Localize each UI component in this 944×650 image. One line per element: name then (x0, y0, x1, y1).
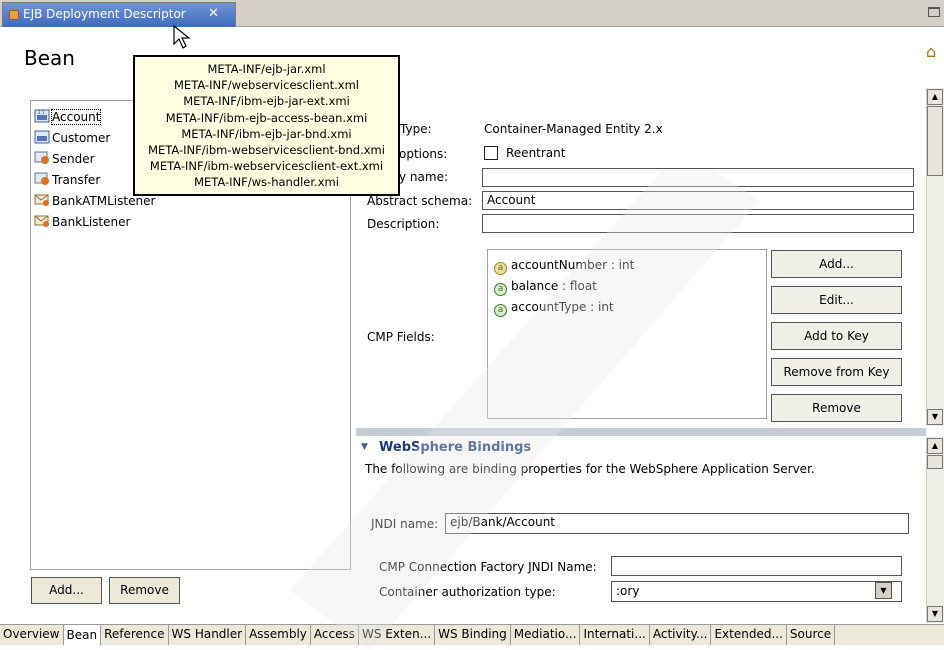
add-to-key-button[interactable]: Add to Key (771, 322, 902, 350)
bean-list-item[interactable]: Transfer (34, 171, 100, 189)
cmp-field-item[interactable]: a accountNumber : int (494, 255, 634, 275)
reentrant-label: Reentrant (506, 146, 566, 160)
home-icon[interactable]: ⌂ (926, 42, 936, 61)
tab-ws-binding[interactable]: WS Binding (435, 625, 511, 645)
jndi-name-label: JNDI name: (371, 517, 439, 531)
tooltip-line: META-INF/ibm-webservicesclient-bnd.xmi (148, 143, 385, 158)
bean-list-item[interactable]: Customer (34, 129, 110, 147)
display-name-field[interactable] (482, 168, 914, 187)
bindings-description: The following are binding properties for… (365, 462, 815, 476)
tooltip-line: META-INF/ibm-webservicesclient-ext.xmi (149, 159, 384, 174)
tab-ws-extension[interactable]: WS Exten... (359, 625, 436, 645)
tab-mediation[interactable]: Mediatio... (510, 625, 581, 645)
editor-tab-title: EJB Deployment Descriptor (23, 7, 186, 21)
collapse-twisty-icon[interactable]: ▼ (361, 442, 368, 452)
container-auth-select[interactable]: :ory (611, 581, 902, 602)
tooltip-line: META-INF/ejb-jar.xml (207, 62, 326, 76)
cmp-fields-label: CMP Fields: (367, 330, 435, 344)
ejb-descriptor-icon (9, 10, 19, 20)
svg-text:2.1: 2.1 (38, 110, 45, 115)
remove-from-key-button[interactable]: Remove from Key (771, 358, 902, 386)
attribute-icon: a (494, 283, 507, 296)
tab-ws-handler[interactable]: WS Handler (168, 625, 247, 645)
file-list-tooltip: META-INF/ejb-jar.xml META-INF/webservice… (133, 55, 400, 196)
chevron-down-icon[interactable]: ▼ (875, 582, 892, 599)
upper-scroll-thumb[interactable] (927, 106, 943, 176)
reentrant-checkbox[interactable] (484, 146, 498, 160)
tab-bean[interactable]: Bean (63, 625, 102, 645)
editor-tab[interactable]: EJB Deployment Descriptor ✕ (2, 2, 236, 27)
bindings-section-title[interactable]: WebSphere Bindings (379, 440, 531, 455)
tab-internationalization[interactable]: Internati... (580, 625, 650, 645)
lower-scroll-thumb[interactable] (927, 455, 943, 469)
maximize-icon[interactable] (928, 7, 940, 17)
tooltip-line: META-INF/ibm-ejb-jar-bnd.xmi (181, 126, 352, 141)
bean-type-label: Type: (400, 122, 432, 136)
tab-extended[interactable]: Extended... (711, 625, 787, 645)
cmp-fields-list[interactable]: a accountNumber : int a balance : float aa… (487, 249, 767, 419)
session-bean-icon (34, 151, 49, 164)
bean-list-item[interactable]: BankListener (34, 213, 130, 231)
bean-type-value: Container-Managed Entity 2.x (484, 122, 663, 136)
section-divider (356, 428, 926, 436)
scroll-up-arrow-icon[interactable]: ▲ (927, 438, 943, 454)
abstract-schema-field[interactable]: Account (482, 191, 914, 210)
close-icon[interactable]: ✕ (208, 3, 222, 25)
tab-access[interactable]: Access (310, 625, 359, 645)
mouse-cursor-icon (173, 24, 191, 49)
tab-activity[interactable]: Activity... (649, 625, 712, 645)
tab-reference[interactable]: Reference (101, 625, 169, 645)
remove-bean-button[interactable]: Remove (109, 577, 180, 604)
bean-list-item[interactable]: Sender (34, 150, 95, 168)
editor-page-tabs: Overview Bean Reference WS Handler Assem… (0, 624, 944, 645)
tab-source[interactable]: Source (786, 625, 836, 645)
tooltip-line: META-INF/ws-handler.xmi (194, 175, 339, 190)
scroll-down-arrow-icon[interactable]: ▼ (927, 606, 943, 622)
tooltip-line: META-INF/ibm-ejb-access-bean.xmi (165, 110, 368, 125)
description-label: Description: (367, 217, 440, 231)
session-bean-icon (34, 172, 49, 185)
tooltip-line: META-INF/webservicesclient.xml (174, 78, 359, 93)
cmp-factory-label: CMP Connection Factory JNDI Name: (379, 560, 597, 574)
tab-assembly[interactable]: Assembly (246, 625, 311, 645)
jndi-name-field[interactable]: ejb/Bank/Account (445, 513, 909, 534)
page-title: Bean (24, 46, 75, 70)
tab-overview[interactable]: Overview (0, 625, 64, 645)
cmp-field-item[interactable]: a balance : float (494, 276, 597, 296)
add-bean-button[interactable]: Add... (31, 577, 102, 604)
display-name-label: y name: (399, 170, 448, 184)
tooltip-line: META-INF/ibm-ejb-jar-ext.xmi (183, 94, 350, 109)
cmp-factory-field[interactable] (611, 556, 902, 576)
message-bean-icon (34, 215, 49, 227)
entity-bean-icon: 2.1 (34, 109, 50, 123)
scroll-up-arrow-icon[interactable]: ▲ (927, 89, 943, 105)
cmp-field-item[interactable]: a accountType : int (494, 297, 614, 317)
description-field[interactable] (482, 214, 914, 233)
edit-cmp-field-button[interactable]: Edit... (771, 286, 902, 314)
bean-list-item[interactable]: 2.1 Account (34, 108, 102, 126)
bean-options-label: options: (399, 147, 448, 161)
message-bean-icon (34, 194, 49, 206)
key-attribute-icon: a (494, 262, 507, 275)
container-auth-label: Container authorization type: (379, 585, 556, 599)
scroll-down-arrow-icon[interactable]: ▼ (927, 409, 943, 425)
attribute-icon: a (494, 304, 507, 317)
remove-cmp-field-button[interactable]: Remove (771, 394, 902, 422)
add-cmp-field-button[interactable]: Add... (771, 250, 902, 278)
entity-bean-icon (34, 130, 50, 144)
